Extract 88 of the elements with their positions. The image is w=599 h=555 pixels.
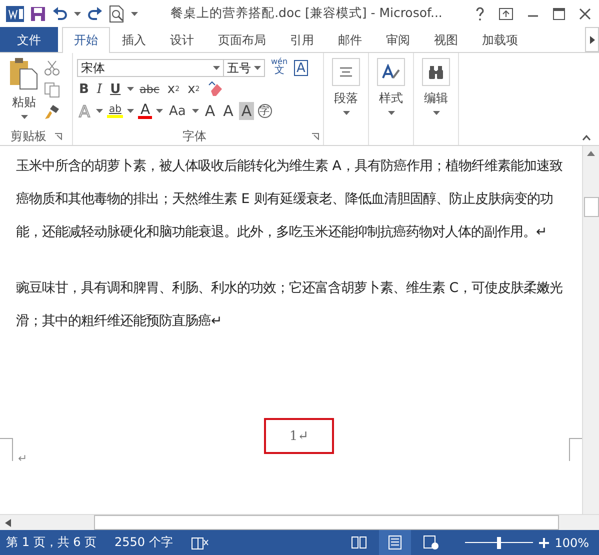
print-view-button[interactable]	[378, 530, 411, 555]
dialog-launcher-icon[interactable]	[312, 133, 319, 140]
ribbon-tab[interactable]: 引用	[278, 27, 326, 52]
window-title: 餐桌上的营养搭配.doc [兼容模式] - Microsof...	[170, 5, 444, 22]
dropdown-caret-icon	[213, 66, 220, 70]
ribbon-tab[interactable]: 页面布局	[206, 27, 278, 52]
tab-scroll-button[interactable]	[585, 27, 599, 52]
word-count[interactable]: 2550 个字	[114, 534, 173, 551]
page-number: 1↵	[264, 418, 334, 454]
font-color-button[interactable]: A	[138, 104, 152, 118]
copy-icon[interactable]	[44, 82, 60, 98]
phonetic-guide-button[interactable]: wén 文	[269, 58, 290, 78]
page-count[interactable]: 第 1 页，共 6 页	[6, 534, 97, 551]
character-border-button[interactable]: A	[294, 60, 308, 76]
superscript-button[interactable]: x$^{2}$	[186, 79, 202, 99]
ribbon-tab[interactable]: 审阅	[374, 27, 422, 52]
word-logo-icon	[6, 6, 24, 22]
crop-mark	[0, 438, 13, 461]
customize-toolbar-icon	[131, 12, 138, 16]
shrink-font-button[interactable]: A	[221, 101, 236, 121]
help-icon[interactable]	[475, 6, 485, 20]
group-label: 字体	[182, 128, 206, 145]
change-case-button[interactable]: Aa	[167, 101, 188, 121]
caret-icon	[74, 12, 81, 16]
save-icon[interactable]	[30, 6, 46, 22]
undo-icon[interactable]	[52, 6, 68, 20]
binoculars-icon	[428, 66, 444, 78]
paragraph-button[interactable]: 段落	[325, 56, 367, 116]
dropdown-caret-icon	[254, 66, 261, 70]
zoom-slider[interactable]	[464, 536, 533, 548]
close-icon[interactable]	[579, 8, 591, 20]
caret-icon	[126, 87, 134, 91]
strikethrough-button[interactable]: abc	[138, 79, 162, 99]
zoom-level[interactable]: 100%	[554, 536, 589, 550]
align-center-icon	[339, 66, 353, 78]
styles-button[interactable]: 样式	[370, 56, 412, 116]
caret-icon	[432, 111, 440, 115]
caret-icon	[388, 111, 394, 115]
font-size-field[interactable]: 五号	[223, 59, 265, 77]
enclose-character-button[interactable]: 字	[258, 104, 272, 118]
print-preview-icon[interactable]	[109, 4, 125, 22]
scroll-thumb[interactable]	[584, 197, 598, 217]
caret-icon	[127, 109, 134, 113]
read-view-icon	[350, 535, 367, 550]
ribbon-tab[interactable]: 开始	[62, 27, 110, 53]
zoom-in-icon[interactable]	[538, 538, 549, 548]
paste-button[interactable]: 粘贴	[4, 56, 44, 128]
zoom-slider-thumb[interactable]	[496, 536, 501, 548]
dialog-launcher-icon[interactable]	[54, 133, 62, 140]
body-paragraph: 玉米中所含的胡萝卜素，被人体吸收后能转化为维生素 A，具有防癌作用；植物纤维素能加速致癌物质和其他毒物的排出；天然维生素 E 则有延缓衰老、降低血清胆固醇、防止皮肤病变的功能，还能减轻动脉硬化和脑功能衰退。此外，多吃玉米还能抑制抗癌药物对人体的副作用。↵	[16, 158, 564, 242]
highlight-button[interactable]: ab	[106, 104, 124, 118]
ribbon-tab[interactable]: 加载项	[470, 27, 530, 52]
ribbon-tab[interactable]: 视图	[422, 27, 470, 52]
maximize-icon[interactable]	[553, 8, 565, 20]
caret-icon	[342, 111, 350, 115]
caret-icon	[96, 109, 103, 113]
vertical-scrollbar[interactable]	[582, 146, 599, 514]
character-shading-button[interactable]: A	[239, 102, 254, 120]
italic-button[interactable]: I	[94, 79, 104, 99]
ribbon-tab[interactable]: 设计	[158, 27, 206, 52]
ribbon-tab[interactable]: 插入	[110, 27, 158, 52]
bold-button[interactable]: B	[77, 79, 91, 99]
caret-icon	[20, 115, 28, 119]
proofing-book-icon[interactable]	[190, 536, 209, 550]
collapse-ribbon-icon[interactable]	[582, 135, 591, 141]
font-name-field[interactable]: 宋体	[77, 59, 224, 77]
caret-icon	[192, 109, 199, 113]
scroll-up-arrow-icon[interactable]	[587, 151, 595, 157]
print-view-icon	[386, 535, 403, 550]
editing-button[interactable]: 编辑	[415, 56, 457, 116]
caret-icon	[156, 109, 164, 113]
format-painter-icon[interactable]	[44, 104, 60, 120]
scroll-left-arrow-icon[interactable]	[5, 518, 11, 526]
group-label: 剪贴板	[10, 128, 46, 145]
web-view-icon	[422, 535, 439, 550]
redo-icon[interactable]	[87, 6, 103, 20]
clipboard-icon	[9, 58, 39, 90]
grow-font-button[interactable]: A	[202, 101, 218, 121]
ribbon-tab[interactable]: 邮件	[326, 27, 374, 52]
ribbon-display-icon[interactable]	[499, 8, 513, 20]
horizontal-scrollbar[interactable]	[0, 514, 599, 530]
styles-icon	[382, 64, 400, 80]
file-tab[interactable]: 文件	[0, 27, 58, 52]
cut-icon[interactable]	[44, 60, 60, 76]
right-arrow-icon	[590, 36, 594, 44]
paragraph-mark: ↵	[18, 452, 28, 465]
underline-button[interactable]: U	[108, 79, 123, 99]
body-paragraph: 豌豆味甘，具有调和脾胃、利肠、利水的功效；它还富含胡萝卜素、维生素 C，可使皮肤柔嫩光滑；其中的粗纤维还能预防直肠癌↵	[16, 280, 564, 331]
